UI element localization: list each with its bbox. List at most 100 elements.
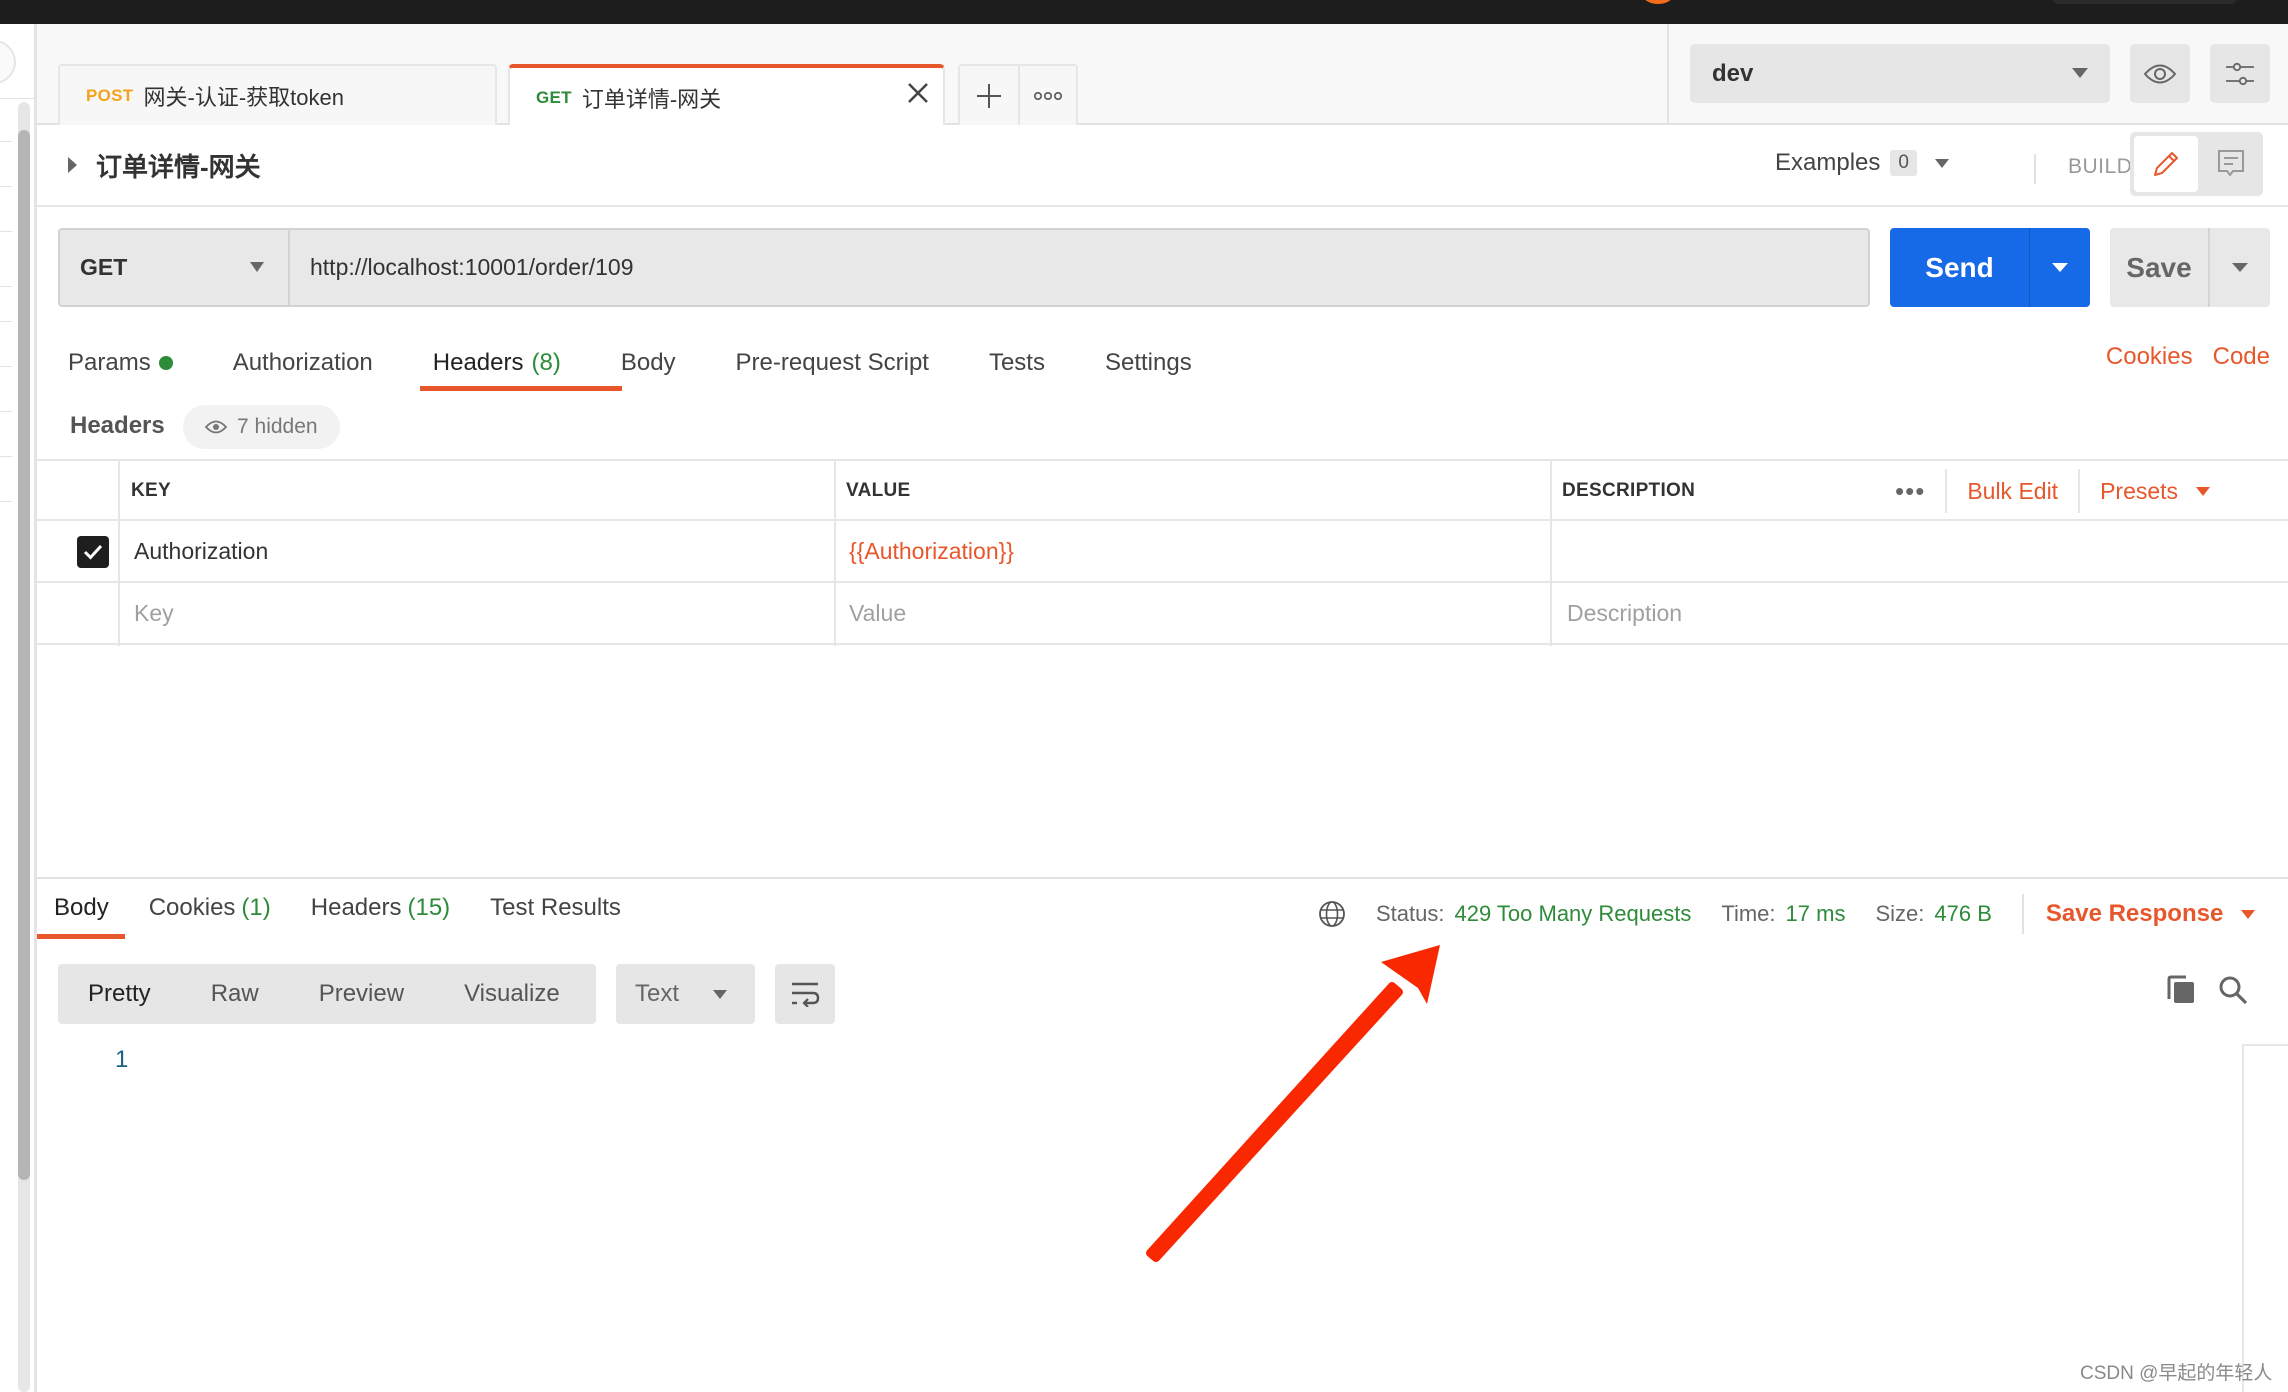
response-tab-test-results[interactable]: Test Results [490, 894, 621, 922]
url-input[interactable]: http://localhost:10001/order/109 [290, 230, 1868, 305]
header-value-cell[interactable]: {{Authorization}} [849, 521, 1014, 581]
tab-label: Body [620, 349, 676, 376]
code-link[interactable]: Code [2213, 343, 2270, 371]
new-description-input[interactable]: Description [1567, 583, 1682, 643]
time-label: Time: [1721, 901, 1776, 926]
tab-settings[interactable]: Settings [1105, 343, 1192, 383]
new-value-input[interactable]: Value [849, 583, 906, 643]
tab-title: 订单详情-网关 [581, 86, 722, 112]
tab-tests[interactable]: Tests [989, 343, 1045, 383]
sidebar-divider [0, 98, 37, 99]
tab-headers[interactable]: Headers (8) [433, 343, 561, 383]
more-options-button[interactable]: ••• [1895, 469, 1948, 513]
chevron-down-icon [2072, 68, 2088, 78]
request-tab-post[interactable]: POST 网关-认证-获取token [58, 64, 497, 125]
response-tab-body[interactable]: Body [54, 894, 109, 922]
comments-button[interactable] [2202, 136, 2260, 192]
response-meta: Status: 429 Too Many Requests Time: 17 ms … [1318, 894, 2256, 934]
tab-label: Pre-request Script [735, 349, 929, 376]
tab-authorization[interactable]: Authorization [233, 343, 373, 383]
window-top-bar [0, 0, 2288, 24]
manage-environments-button[interactable] [2210, 44, 2270, 103]
response-format-select[interactable]: Text [616, 964, 755, 1024]
cookies-link[interactable]: Cookies [2106, 343, 2193, 371]
chevron-down-icon [2196, 486, 2211, 496]
tab-label: Test Results [490, 894, 621, 921]
save-response-button[interactable]: Save Response [2046, 900, 2256, 928]
plus-icon [976, 83, 1001, 108]
caret-right-icon[interactable] [68, 157, 77, 173]
copy-icon[interactable] [2166, 975, 2196, 1010]
tab-label: Headers [310, 894, 402, 921]
word-wrap-button[interactable] [775, 964, 835, 1024]
more-tabs-button[interactable] [1017, 66, 1076, 125]
bulk-edit-button[interactable]: Bulk Edit [1947, 469, 2081, 513]
env-divider [1667, 24, 1669, 123]
sidebar-scrollbar[interactable] [18, 102, 30, 1392]
header-enabled-checkbox[interactable] [77, 536, 109, 568]
environment-select[interactable]: dev [1690, 44, 2110, 103]
chevron-down-icon [2052, 263, 2068, 272]
response-pane-divider[interactable] [37, 877, 2288, 879]
examples-dropdown[interactable]: Examples 0 [1775, 149, 1949, 177]
method-value: GET [80, 254, 128, 280]
search-icon[interactable] [2218, 975, 2248, 1010]
sidebar-divider [0, 231, 12, 232]
globe-icon[interactable] [1318, 900, 1346, 928]
presets-dropdown[interactable]: Presets [2080, 478, 2211, 505]
table-row-new: Key Value Description [37, 583, 2288, 645]
new-key-input[interactable]: Key [134, 583, 174, 643]
sidebar-scrollbar-thumb[interactable] [18, 130, 30, 1180]
request-tab-bar: POST 网关-认证-获取token GET 订单详情-网关 dev [37, 24, 2288, 127]
request-links: Cookies Code [2106, 343, 2270, 371]
send-button[interactable]: Send [1890, 228, 2029, 307]
active-tab-indicator [420, 386, 622, 391]
send-options-button[interactable] [2029, 228, 2090, 307]
tab-title: 网关-认证-获取token [143, 84, 344, 110]
close-icon[interactable] [907, 80, 929, 110]
new-tab-button[interactable] [960, 66, 1018, 125]
view-mode-visualize[interactable]: Visualize [434, 980, 590, 1008]
save-options-button[interactable] [2208, 228, 2270, 307]
sidebar-divider [0, 366, 12, 367]
column-divider [1550, 459, 1552, 646]
tab-pre-request-script[interactable]: Pre-request Script [736, 343, 929, 383]
time-readout[interactable]: Time: 17 ms [1721, 901, 1845, 927]
divider [2021, 894, 2024, 934]
build-mode-button[interactable] [2134, 136, 2198, 192]
table-tools: ••• Bulk Edit Presets [1895, 461, 2211, 521]
column-header-key: KEY [131, 480, 171, 501]
environment-quick-look-button[interactable] [2130, 44, 2190, 103]
chevron-down-icon [250, 262, 264, 272]
sidebar-divider [0, 456, 12, 457]
save-button[interactable]: Save [2110, 228, 2208, 307]
status-readout[interactable]: Status: 429 Too Many Requests [1376, 901, 1691, 927]
view-mode-preview[interactable]: Preview [289, 980, 434, 1008]
response-tab-cookies[interactable]: Cookies (1) [149, 894, 271, 922]
view-mode-raw[interactable]: Raw [181, 980, 289, 1008]
response-tab-headers[interactable]: Headers (15) [311, 894, 450, 922]
request-tab-get[interactable]: GET 订单详情-网关 [508, 64, 945, 127]
tab-body[interactable]: Body [621, 343, 676, 383]
params-indicator-dot [158, 356, 173, 370]
annotation-arrow [1146, 945, 1440, 1262]
examples-label: Examples [1775, 149, 1881, 176]
editor-scrollbar[interactable] [2242, 1044, 2288, 1392]
url-bar: GET http://localhost:10001/order/109 [58, 228, 1870, 307]
tab-label: Authorization [232, 349, 373, 376]
sidebar-collapsed [0, 24, 37, 1392]
sidebar-avatar-icon[interactable] [0, 40, 16, 84]
request-name[interactable]: 订单详情-网关 [96, 147, 261, 184]
app-logo-icon [1643, 0, 1673, 4]
mode-label: BUILD [2068, 155, 2133, 178]
method-select[interactable]: GET [60, 230, 290, 305]
chevron-down-icon [713, 990, 727, 999]
hidden-headers-toggle[interactable]: 7 hidden [183, 405, 340, 449]
tab-params[interactable]: Params [68, 343, 173, 383]
size-readout[interactable]: Size: 476 B [1875, 901, 1991, 927]
watermark: CSDN @早起的年轻人 [2080, 1363, 2273, 1384]
tab-label: Body [54, 894, 109, 921]
headers-section-label: Headers [70, 412, 165, 439]
header-key-cell[interactable]: Authorization [134, 521, 268, 581]
view-mode-pretty[interactable]: Pretty [58, 980, 181, 1008]
